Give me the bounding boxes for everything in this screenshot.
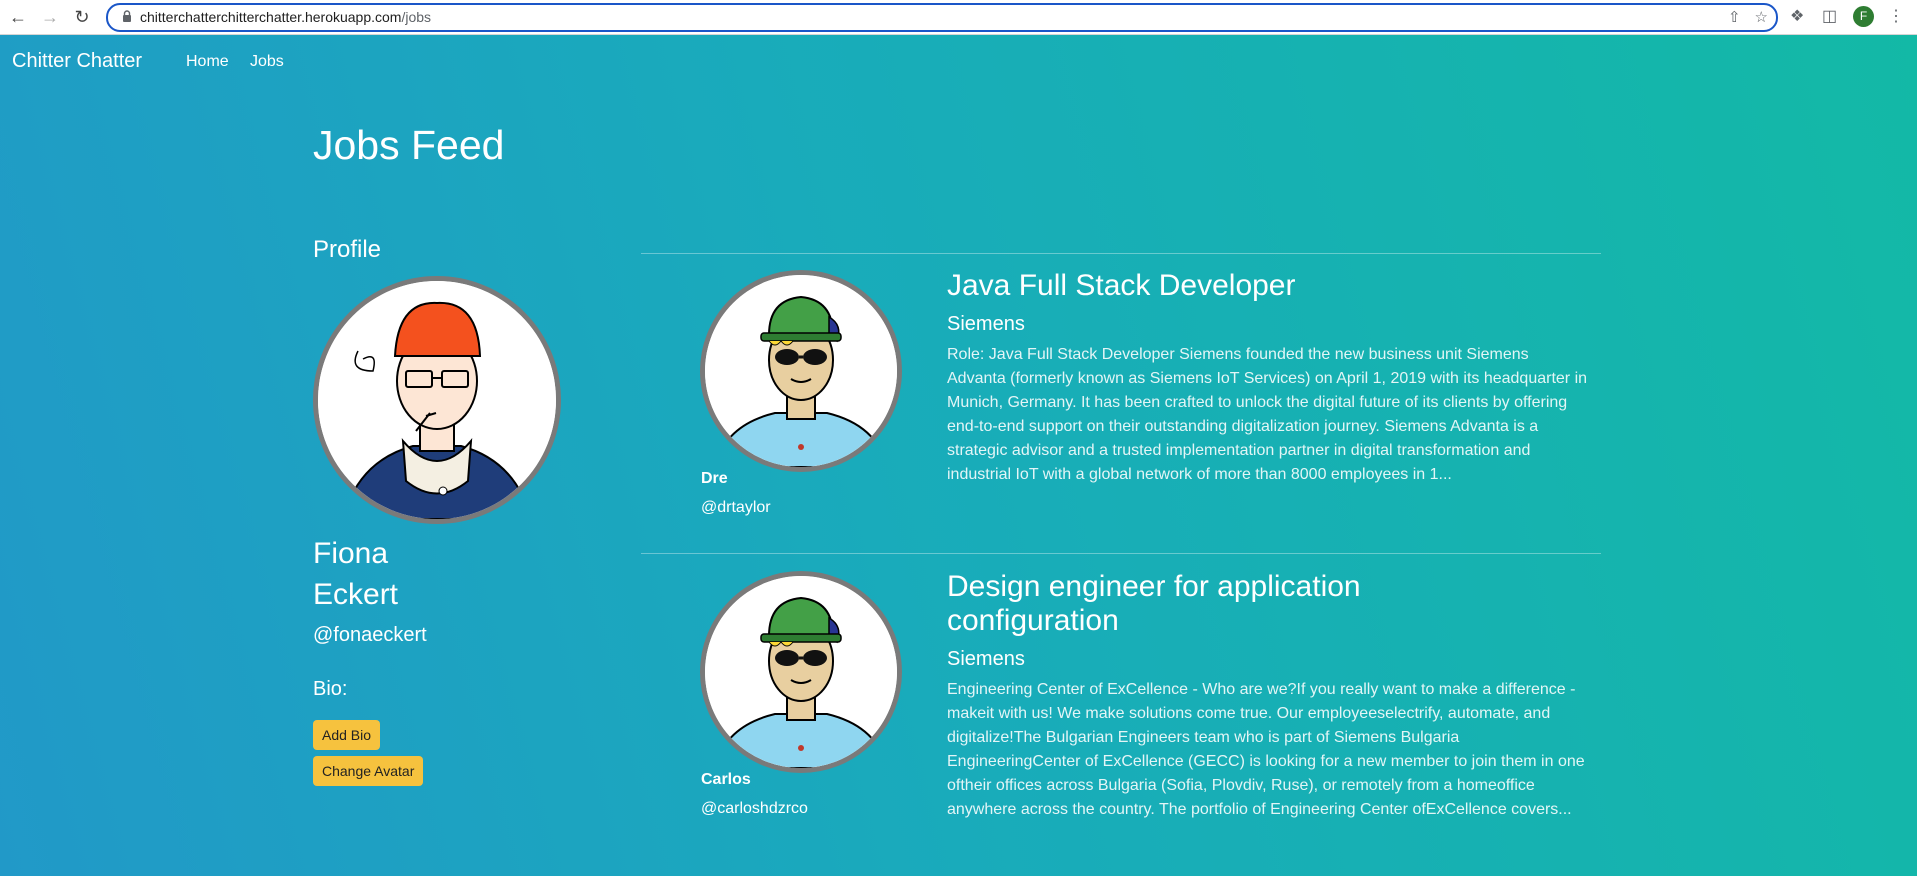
- bio-label: Bio:: [313, 678, 348, 700]
- forward-arrow-icon[interactable]: →: [40, 7, 60, 27]
- job-title[interactable]: Design engineer for application configur…: [947, 570, 1507, 638]
- job-company: Siemens: [947, 313, 1025, 335]
- nav-jobs-link[interactable]: Jobs: [250, 53, 284, 71]
- url-host: chitterchatterchitterchatter.herokuapp.c…: [140, 9, 402, 25]
- address-bar[interactable]: chitterchatterchitterchatter.herokuapp.c…: [106, 3, 1778, 32]
- feed-divider: [641, 553, 1601, 554]
- browser-toolbar: ← → ↻ chitterchatterchitterchatter.herok…: [0, 0, 1917, 35]
- page-title: Jobs Feed: [313, 122, 505, 168]
- feed-divider: [641, 253, 1601, 254]
- poster-name: Dre: [701, 470, 728, 487]
- job-description: Role: Java Full Stack Developer Siemens …: [947, 346, 1588, 483]
- back-arrow-icon[interactable]: ←: [8, 7, 28, 27]
- profile-handle: @fonaeckert: [313, 624, 427, 646]
- extensions-icon[interactable]: ❖: [1790, 6, 1804, 26]
- url-text: chitterchatterchitterchatter.herokuapp.c…: [140, 9, 431, 25]
- change-avatar-button[interactable]: Change Avatar: [313, 756, 424, 786]
- job-title[interactable]: Java Full Stack Developer: [947, 269, 1296, 303]
- poster-illustration: [705, 576, 897, 768]
- profile-first-name: Fiona: [313, 537, 389, 570]
- browser-profile-avatar[interactable]: F: [1853, 6, 1874, 27]
- job-description: Engineering Center of ExCellence - Who a…: [947, 681, 1585, 818]
- menu-dots-icon[interactable]: ⋮: [1888, 6, 1904, 26]
- brand-logo[interactable]: Chitter Chatter: [12, 50, 142, 73]
- poster-handle[interactable]: @drtaylor: [701, 499, 771, 517]
- star-icon[interactable]: ☆: [1755, 9, 1768, 26]
- user-illustration: [318, 281, 556, 519]
- poster-avatar: [700, 270, 902, 472]
- poster-avatar: [700, 571, 902, 773]
- poster-name: Carlos: [701, 771, 751, 788]
- share-icon[interactable]: ⇧: [1728, 9, 1741, 26]
- url-path: /jobs: [401, 9, 432, 25]
- profile-avatar: [313, 276, 561, 524]
- profile-last-name: Eckert: [313, 578, 399, 611]
- reload-icon[interactable]: ↻: [72, 7, 92, 27]
- side-panel-icon[interactable]: ◫: [1822, 6, 1837, 26]
- add-bio-button[interactable]: Add Bio: [313, 720, 381, 750]
- lock-icon: [123, 10, 131, 22]
- poster-handle[interactable]: @carloshdzrco: [701, 800, 808, 818]
- job-company: Siemens: [947, 648, 1025, 670]
- poster-illustration: [705, 275, 897, 467]
- profile-heading: Profile: [313, 236, 382, 263]
- nav-home-link[interactable]: Home: [186, 53, 229, 71]
